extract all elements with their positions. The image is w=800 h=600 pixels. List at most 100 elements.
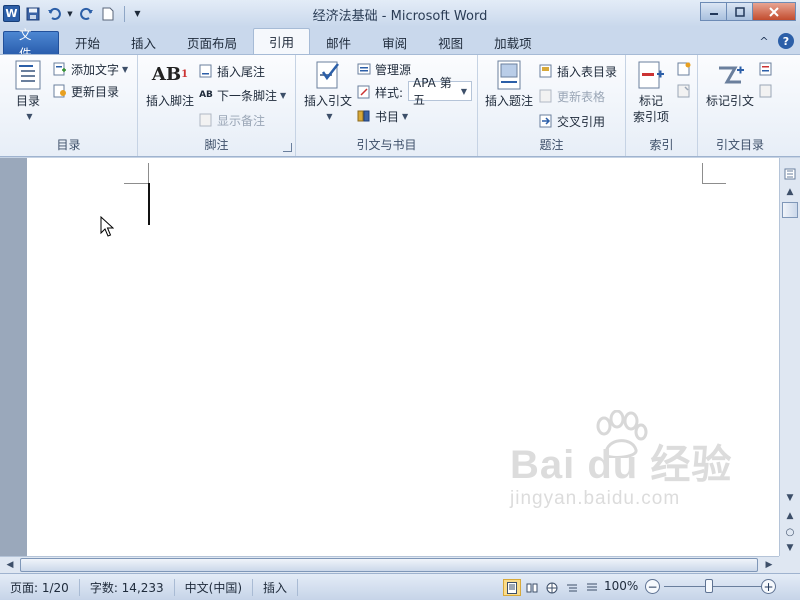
qat-separator [124, 5, 125, 22]
vertical-scroll-thumb[interactable] [782, 202, 798, 218]
status-word-count[interactable]: 字数: 14,233 [80, 578, 175, 596]
word-logo-icon[interactable]: W [3, 5, 20, 22]
bibliography-label: 书目 [375, 109, 400, 124]
draft-view-icon[interactable] [583, 579, 601, 596]
group-captions: 插入题注 插入表目录 更新表格 交叉引用 题注 [478, 55, 626, 156]
undo-dropdown-icon[interactable]: ▼ [66, 5, 74, 22]
mark-citation-button[interactable]: 标记引文 [704, 59, 756, 109]
insert-citation-dropdown-icon: ▼ [326, 112, 333, 121]
close-button[interactable] [752, 2, 796, 21]
next-footnote-button[interactable]: AB 下一条脚注 ▼ [198, 85, 286, 105]
insert-index-button[interactable] [676, 59, 695, 79]
manage-sources-button[interactable]: 管理源 [356, 59, 411, 79]
cross-reference-button[interactable]: 交叉引用 [538, 111, 605, 131]
tab-file[interactable]: 文件 [3, 27, 59, 61]
ribbon-right-icons: ^ ? [750, 33, 794, 49]
show-notes-button[interactable]: 显示备注 [198, 110, 265, 130]
browse-object-icon[interactable]: ○ [782, 524, 798, 540]
baidu-watermark: Bai du 经验 jingyan.baidu.com [510, 410, 750, 520]
outline-view-icon[interactable] [563, 579, 581, 596]
customize-qat-icon[interactable]: ▼ [129, 5, 146, 22]
update-table-of-authorities-button[interactable] [758, 81, 777, 101]
insert-citation-label: 插入引文 [303, 94, 352, 108]
insert-caption-button[interactable]: 插入题注 [483, 59, 535, 109]
status-insert-mode[interactable]: 插入 [253, 578, 299, 596]
group-label-toc: 目录 [56, 138, 81, 152]
update-toc-icon [52, 83, 68, 99]
zoom-slider-thumb[interactable] [705, 579, 713, 593]
update-table-label: 更新表格 [557, 89, 606, 104]
update-table-icon [538, 88, 554, 104]
add-text-button[interactable]: 添加文字 ▼ [52, 59, 128, 79]
add-text-label: 添加文字 [71, 62, 120, 77]
tab-home[interactable]: 开始 [60, 31, 115, 54]
update-toc-button[interactable]: 更新目录 [52, 81, 119, 101]
tab-references[interactable]: 引用 [253, 28, 311, 54]
tab-add-ins[interactable]: 加载项 [479, 31, 547, 54]
horizontal-scrollbar[interactable]: ◀ ▶ [0, 556, 779, 573]
ruler-toggle-icon[interactable] [782, 166, 798, 182]
toc-icon [12, 59, 44, 91]
tab-insert[interactable]: 插入 [116, 31, 171, 54]
undo-icon[interactable] [45, 5, 62, 22]
redo-icon[interactable] [78, 5, 95, 22]
citation-style-value: APA 第五 [413, 76, 452, 107]
tab-view[interactable]: 视图 [423, 31, 478, 54]
restore-button[interactable] [726, 2, 753, 21]
crop-mark-top-left-v [148, 163, 149, 183]
cross-reference-icon [538, 113, 554, 129]
toc-label: 目录 [15, 94, 40, 108]
help-icon[interactable]: ? [778, 33, 794, 49]
horizontal-scroll-thumb[interactable] [20, 558, 758, 572]
show-notes-label: 显示备注 [217, 113, 266, 128]
toc-button[interactable]: 目录 ▼ [8, 59, 48, 125]
group-table-of-contents: 目录 ▼ 添加文字 ▼ 更新目录 目录 [0, 55, 138, 156]
update-index-button[interactable] [676, 81, 695, 101]
status-page-number[interactable]: 页面: 1/20 [0, 578, 80, 596]
new-document-icon[interactable] [99, 5, 116, 22]
insert-footnote-button[interactable]: AB 1 插入脚注 [144, 59, 196, 109]
scroll-down-icon[interactable]: ▼ [782, 490, 798, 506]
web-layout-view-icon[interactable] [543, 579, 561, 596]
ribbon: 目录 ▼ 添加文字 ▼ 更新目录 目录 AB 1 插入脚注 插入尾注 AB 下一… [0, 54, 800, 157]
minimize-button[interactable] [700, 2, 727, 21]
status-language[interactable]: 中文(中国) [175, 578, 254, 596]
footnote-glyph-sup: 1 [181, 69, 189, 80]
next-page-icon[interactable]: ▼ [782, 540, 798, 556]
zoom-in-button[interactable]: + [761, 579, 776, 594]
save-icon[interactable] [24, 5, 41, 22]
update-table-button[interactable]: 更新表格 [538, 86, 605, 106]
print-layout-view-icon[interactable] [503, 579, 521, 596]
mark-entry-button[interactable]: 标记 索引项 [630, 59, 672, 125]
insert-caption-icon [493, 59, 525, 91]
insert-table-of-authorities-button[interactable] [758, 59, 777, 79]
full-screen-reading-view-icon[interactable] [523, 579, 541, 596]
next-footnote-dropdown-icon: ▼ [280, 90, 287, 100]
zoom-out-button[interactable]: − [645, 579, 660, 594]
text-cursor [148, 183, 150, 225]
tab-review[interactable]: 审阅 [367, 31, 422, 54]
previous-page-icon[interactable]: ▲ [782, 508, 798, 524]
insert-citation-button[interactable]: 插入引文 ▼ [301, 59, 355, 125]
insert-endnote-label: 插入尾注 [217, 64, 266, 79]
toc-dropdown-icon: ▼ [26, 112, 33, 121]
zoom-slider-track[interactable] [664, 586, 762, 587]
insert-table-of-figures-button[interactable]: 插入表目录 [538, 61, 617, 81]
scroll-up-icon[interactable]: ▲ [782, 184, 798, 200]
next-footnote-label: 下一条脚注 [217, 88, 278, 103]
insert-caption-label: 插入题注 [484, 94, 533, 108]
insert-endnote-button[interactable]: 插入尾注 [198, 61, 265, 81]
vertical-scrollbar[interactable]: ▲ ▼ ▲ ○ ▼ [779, 158, 800, 556]
zoom-level[interactable]: 100% [604, 579, 638, 593]
tab-page-layout[interactable]: 页面布局 [172, 31, 252, 54]
insert-index-icon [676, 61, 692, 77]
citation-style-select[interactable]: APA 第五 ▼ [408, 76, 472, 107]
minimize-ribbon-icon[interactable]: ^ [756, 33, 772, 49]
mark-entry-icon [635, 59, 667, 91]
insert-citation-icon [312, 59, 344, 91]
crop-mark-top-right-v [702, 163, 703, 183]
tab-mailings[interactable]: 邮件 [311, 31, 366, 54]
bibliography-button[interactable]: 书目 ▼ [356, 106, 408, 126]
scroll-left-icon[interactable]: ◀ [2, 557, 18, 573]
scroll-right-icon[interactable]: ▶ [761, 557, 777, 573]
